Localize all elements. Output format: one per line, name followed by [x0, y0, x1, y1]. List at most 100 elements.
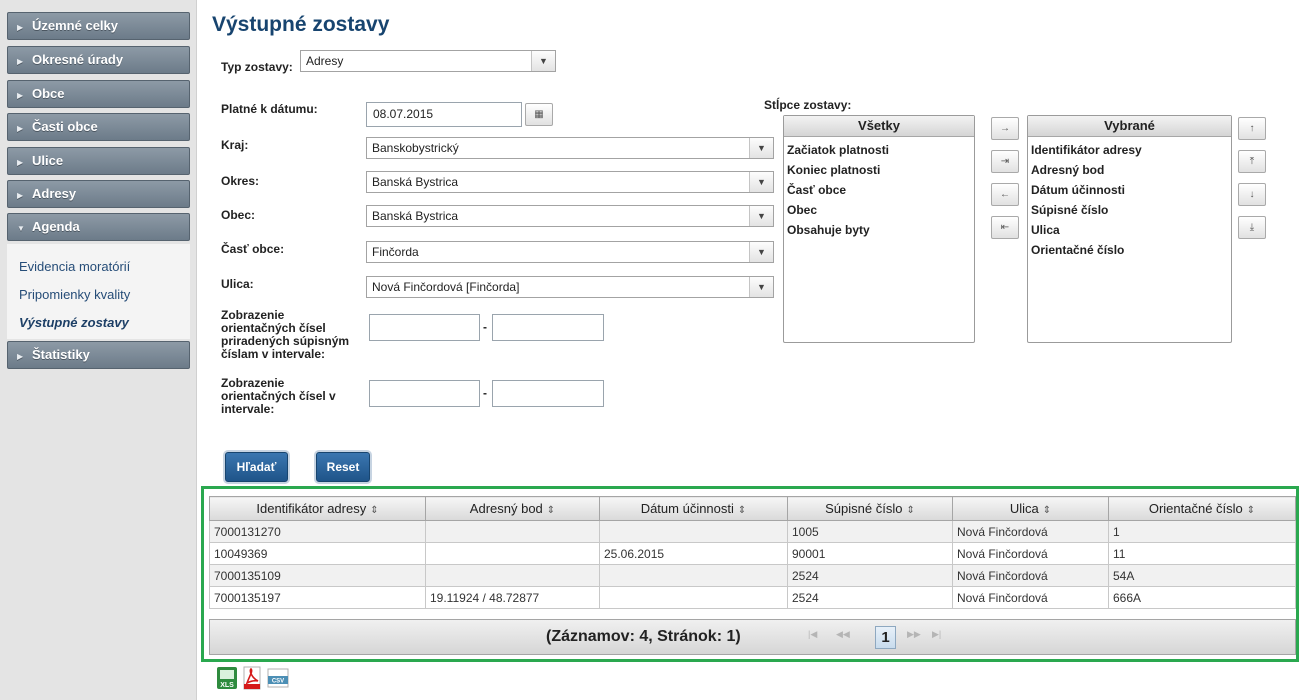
- list-item[interactable]: Súpisné číslo: [1031, 200, 1231, 220]
- list-item[interactable]: Časť obce: [787, 180, 974, 200]
- calendar-icon: ▦: [534, 109, 544, 120]
- table-cell: 54A: [1108, 564, 1296, 587]
- table-cell: Nová Finčordová: [952, 586, 1109, 609]
- region-select[interactable]: Banskobystrický ▼: [366, 137, 774, 159]
- move-top-button[interactable]: ⤒: [1238, 150, 1266, 173]
- sort-icon: ⇕: [546, 505, 556, 516]
- table-row[interactable]: 10049369 25.06.2015 90001 Nová Finčordov…: [209, 542, 1296, 565]
- range1-to-input[interactable]: [492, 314, 604, 341]
- last-page-icon[interactable]: ▶|: [932, 629, 941, 640]
- chevron-down-icon: ▼: [17, 224, 25, 233]
- sidebar-item-statistiky[interactable]: ▶ Štatistiky: [7, 341, 190, 369]
- report-type-select[interactable]: Adresy ▼: [300, 50, 556, 72]
- list-item[interactable]: Obsahuje byty: [787, 220, 974, 240]
- sidebar-item-obce[interactable]: ▶ Obce: [7, 80, 190, 108]
- sort-icon: ⇕: [1042, 505, 1052, 516]
- municipality-part-select[interactable]: Finčorda ▼: [366, 241, 774, 263]
- municipality-part-value: Finčorda: [372, 245, 419, 259]
- column-header-identifikator[interactable]: Identifikátor adresy ⇕: [209, 496, 426, 521]
- table-cell: [425, 564, 600, 587]
- table-cell: 90001: [787, 542, 953, 565]
- column-header-supisne-cislo[interactable]: Súpisné číslo ⇕: [787, 496, 953, 521]
- range1-from-input[interactable]: [369, 314, 480, 341]
- region-value: Banskobystrický: [372, 141, 459, 155]
- list-item[interactable]: Orientačné číslo: [1031, 240, 1231, 260]
- list-item[interactable]: Obec: [787, 200, 974, 220]
- chevron-right-icon: ▶: [17, 91, 24, 100]
- sidebar-item-casti-obce[interactable]: ▶ Časti obce: [7, 113, 190, 141]
- sidebar-item-okresne-urady[interactable]: ▶ Okresné úrady: [7, 46, 190, 74]
- list-item[interactable]: Identifikátor adresy: [1031, 140, 1231, 160]
- column-header-label: Identifikátor adresy: [256, 501, 367, 516]
- municipality-value: Banská Bystrica: [372, 209, 459, 223]
- range1-label: Zobrazenie orientačných čísel priradenýc…: [221, 308, 350, 361]
- calendar-button[interactable]: ▦: [525, 103, 553, 126]
- valid-date-label: Platné k dátumu:: [221, 102, 318, 116]
- sidebar-item-label: Časti obce: [32, 119, 98, 134]
- list-item[interactable]: Adresný bod: [1031, 160, 1231, 180]
- range2-to-input[interactable]: [492, 380, 604, 407]
- street-label: Ulica:: [221, 277, 254, 291]
- district-select[interactable]: Banská Bystrica ▼: [366, 171, 774, 193]
- move-right-button[interactable]: →: [991, 117, 1019, 140]
- municipality-select[interactable]: Banská Bystrica ▼: [366, 205, 774, 227]
- column-header-ulica[interactable]: Ulica ⇕: [952, 496, 1109, 521]
- range2-from-input[interactable]: [369, 380, 480, 407]
- current-page-button[interactable]: 1: [875, 626, 896, 649]
- table-row[interactable]: 7000131270 1005 Nová Finčordová 1: [209, 520, 1296, 543]
- chevron-down-icon: ▼: [749, 172, 773, 192]
- csv-export-icon[interactable]: CSV: [266, 666, 290, 690]
- search-button[interactable]: Hľadať: [225, 452, 288, 482]
- arrow-left-icon: ←: [1000, 189, 1010, 200]
- chevron-right-icon: ▶: [17, 352, 24, 361]
- table-row[interactable]: 7000135109 2524 Nová Finčordová 54A: [209, 564, 1296, 587]
- arrow-top-icon: ⤒: [1249, 156, 1255, 167]
- list-item[interactable]: Ulica: [1031, 220, 1231, 240]
- table-cell: 7000135197: [209, 586, 426, 609]
- table-cell: 1: [1108, 520, 1296, 543]
- chevron-right-icon: ▶: [17, 158, 24, 167]
- sidebar-item-uzemne-celky[interactable]: ▶ Územné celky: [7, 12, 190, 40]
- sidebar-subitem-evidencia-moratorii[interactable]: Evidencia moratórií: [19, 259, 130, 274]
- table-cell: 25.06.2015: [599, 542, 788, 565]
- xls-export-icon[interactable]: XLS: [216, 666, 238, 690]
- list-item[interactable]: Začiatok platnosti: [787, 140, 974, 160]
- table-cell: 7000131270: [209, 520, 426, 543]
- district-value: Banská Bystrica: [372, 175, 459, 189]
- move-bottom-button[interactable]: ⤓: [1238, 216, 1266, 239]
- pager: (Záznamov: 4, Stránok: 1) |◀ ◀◀ 1 ▶▶ ▶|: [209, 619, 1296, 655]
- sidebar-subitem-vystupne-zostavy[interactable]: Výstupné zostavy: [19, 315, 129, 330]
- valid-date-input[interactable]: 08.07.2015: [366, 102, 522, 127]
- move-up-button[interactable]: ↑: [1238, 117, 1266, 140]
- list-item[interactable]: Koniec platnosti: [787, 160, 974, 180]
- prev-page-icon[interactable]: ◀◀: [836, 629, 850, 640]
- list-item[interactable]: Dátum účinnosti: [1031, 180, 1231, 200]
- selected-columns-header: Vybrané: [1028, 116, 1231, 137]
- sidebar-item-label: Ulice: [32, 153, 64, 168]
- move-all-left-button[interactable]: ⇤: [991, 216, 1019, 239]
- sidebar-item-ulice[interactable]: ▶ Ulice: [7, 147, 190, 175]
- table-row[interactable]: 7000135197 19.11924 / 48.72877 2524 Nová…: [209, 586, 1296, 609]
- sort-icon: ⇕: [370, 505, 379, 516]
- first-page-icon[interactable]: |◀: [808, 629, 817, 640]
- sidebar: ▶ Územné celky ▶ Okresné úrady ▶ Obce ▶ Čast…: [0, 0, 197, 700]
- column-header-datum-ucinnosti[interactable]: Dátum účinnosti ⇕: [599, 496, 788, 521]
- sidebar-item-adresy[interactable]: ▶ Adresy: [7, 180, 190, 208]
- move-left-button[interactable]: ←: [991, 183, 1019, 206]
- street-select[interactable]: Nová Finčordová [Finčorda] ▼: [366, 276, 774, 298]
- all-columns-header: Všetky: [784, 116, 974, 137]
- selected-columns-list: Vybrané Identifikátor adresy Adresný bod…: [1027, 115, 1232, 343]
- next-page-icon[interactable]: ▶▶: [907, 629, 921, 640]
- svg-text:CSV: CSV: [272, 679, 284, 685]
- move-down-button[interactable]: ↓: [1238, 183, 1266, 206]
- reset-button[interactable]: Reset: [316, 452, 370, 482]
- sidebar-item-agenda[interactable]: ▼ Agenda: [7, 213, 190, 241]
- column-header-orientacne-cislo[interactable]: Orientačné číslo ⇕: [1108, 496, 1296, 521]
- range1-dash: -: [483, 320, 487, 334]
- column-header-adresny-bod[interactable]: Adresný bod ⇕: [425, 496, 600, 521]
- chevron-right-icon: ▶: [17, 191, 24, 200]
- pdf-export-icon[interactable]: [241, 666, 263, 690]
- move-all-right-button[interactable]: ⇥: [991, 150, 1019, 173]
- sidebar-subitem-pripomienky-kvality[interactable]: Pripomienky kvality: [19, 287, 130, 302]
- table-cell: Nová Finčordová: [952, 564, 1109, 587]
